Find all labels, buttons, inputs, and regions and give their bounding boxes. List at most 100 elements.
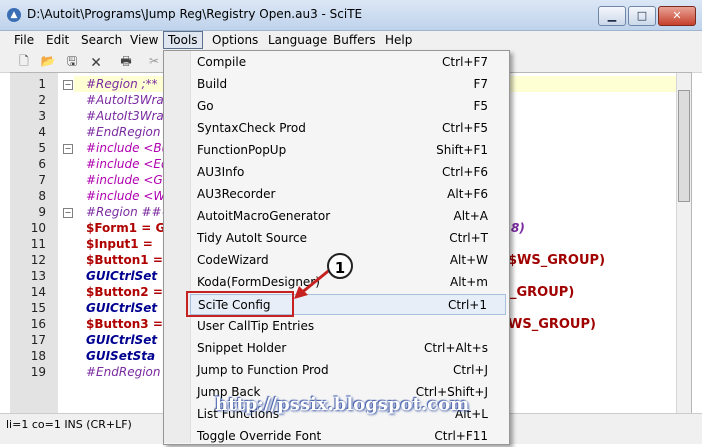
menu-item-label: Compile bbox=[197, 55, 247, 69]
new-file-icon[interactable]: 🗋 bbox=[16, 53, 32, 69]
line-number: 9 bbox=[38, 205, 46, 219]
line-number: 6 bbox=[38, 157, 46, 171]
menu-item-shortcut: Shift+F1 bbox=[436, 143, 488, 157]
scite-app-icon[interactable]: ▲ bbox=[7, 8, 21, 22]
tools-menu-item[interactable]: Compile Ctrl+F7 bbox=[190, 52, 506, 73]
menu-item-shortcut: Ctrl+F11 bbox=[434, 429, 488, 443]
menu-item-label: AU3Recorder bbox=[197, 187, 276, 201]
close-button[interactable]: ✕ bbox=[658, 6, 696, 26]
tools-menu-item[interactable]: Snippet Holder Ctrl+Alt+s bbox=[190, 338, 506, 359]
code-line[interactable]: #EndRegion bbox=[86, 125, 160, 139]
fold-toggle-icon[interactable]: − bbox=[63, 80, 73, 90]
line-number: 8 bbox=[38, 189, 46, 203]
menu-item-label: Jump to Function Prod bbox=[197, 363, 329, 377]
code-line[interactable]: #Region ;** bbox=[86, 77, 158, 91]
tools-menu-item[interactable]: Toggle Override Font Ctrl+F11 bbox=[190, 426, 506, 447]
menu-item-label: SyntaxCheck Prod bbox=[197, 121, 306, 135]
tools-menu-item[interactable]: User CallTip Entries bbox=[190, 316, 506, 337]
code-line[interactable]: GUICtrlSet bbox=[86, 269, 157, 283]
menu-item-label: FunctionPopUp bbox=[197, 143, 287, 157]
menu-item-shortcut: Ctrl+1 bbox=[447, 298, 487, 312]
code-line[interactable]: GUISetSta bbox=[86, 349, 155, 363]
code-line[interactable]: #include <GU bbox=[86, 173, 171, 187]
menu-item-shortcut: F7 bbox=[473, 77, 488, 91]
menu-item-label: Toggle Override Font bbox=[197, 429, 322, 443]
code-line-14-tail: _GROUP) bbox=[510, 285, 575, 300]
menu-view[interactable]: View bbox=[126, 31, 162, 49]
code-line-16-tail: WS_GROUP) bbox=[508, 317, 596, 332]
minimize-button[interactable]: ▁ bbox=[598, 6, 626, 26]
code-line[interactable]: $Form1 = G bbox=[86, 221, 165, 235]
maximize-button[interactable]: □ bbox=[628, 6, 656, 26]
print-icon[interactable]: 🖶 bbox=[118, 53, 134, 69]
line-number: 12 bbox=[30, 253, 46, 267]
tools-menu-item[interactable]: Tidy AutoIt Source Ctrl+T bbox=[190, 228, 506, 249]
code-line[interactable]: #EndRegion bbox=[86, 365, 160, 379]
menu-item-label: Build bbox=[197, 77, 228, 91]
line-number: 17 bbox=[30, 333, 46, 347]
cut-icon[interactable]: ✂ bbox=[146, 53, 162, 69]
code-line[interactable]: $Button2 = bbox=[86, 285, 163, 299]
line-number: 7 bbox=[38, 173, 46, 187]
menu-item-shortcut: F5 bbox=[473, 99, 488, 113]
menu-bar: File Edit Search View Tools Options Lang… bbox=[0, 31, 702, 50]
menu-search[interactable]: Search bbox=[77, 31, 126, 49]
code-line[interactable]: #include <Ed bbox=[86, 157, 169, 171]
code-line[interactable]: #include <Bu bbox=[86, 141, 169, 155]
save-icon[interactable]: 🖫 bbox=[64, 53, 80, 69]
menu-item-shortcut: Ctrl+J bbox=[453, 363, 488, 377]
code-line[interactable]: #include <Wi bbox=[86, 189, 169, 203]
code-line[interactable]: $Button1 = bbox=[86, 253, 163, 267]
open-folder-icon[interactable]: 📂 bbox=[40, 53, 56, 69]
tools-menu-item[interactable]: FunctionPopUp Shift+F1 bbox=[190, 140, 506, 161]
tools-menu-item[interactable]: AU3Recorder Alt+F6 bbox=[190, 184, 506, 205]
line-number: 4 bbox=[38, 125, 46, 139]
code-line[interactable]: #AutoIt3Wrap bbox=[86, 93, 171, 107]
menu-item-label: Snippet Holder bbox=[197, 341, 287, 355]
line-number: 5 bbox=[38, 141, 46, 155]
tools-menu-item[interactable]: AU3Info Ctrl+F6 bbox=[190, 162, 506, 183]
tools-menu-item[interactable]: Jump to Function Prod Ctrl+J bbox=[190, 360, 506, 381]
tools-menu-item[interactable]: AutoitMacroGenerator Alt+A bbox=[190, 206, 506, 227]
menu-item-label: Tidy AutoIt Source bbox=[197, 231, 307, 245]
code-line[interactable]: $Input1 = bbox=[86, 237, 153, 251]
menu-tools[interactable]: Tools bbox=[163, 31, 203, 49]
line-number: 11 bbox=[30, 237, 46, 251]
menu-item-shortcut: Alt+A bbox=[453, 209, 488, 223]
menu-item-shortcut: Alt+W bbox=[449, 253, 488, 267]
menu-item-shortcut: Alt+F6 bbox=[447, 187, 488, 201]
code-line[interactable]: $Button3 = bbox=[86, 317, 163, 331]
menu-item-shortcut: Ctrl+F5 bbox=[442, 121, 488, 135]
line-number: 14 bbox=[30, 285, 46, 299]
tools-menu-item[interactable]: SyntaxCheck Prod Ctrl+F5 bbox=[190, 118, 506, 139]
menu-item-shortcut: Ctrl+T bbox=[449, 231, 488, 245]
line-number: 2 bbox=[38, 93, 46, 107]
line-number: 10 bbox=[30, 221, 46, 235]
menu-item-shortcut: Alt+m bbox=[450, 275, 488, 289]
menu-item-shortcut: Ctrl+Alt+s bbox=[424, 341, 488, 355]
tools-menu-item[interactable]: Build F7 bbox=[190, 74, 506, 95]
line-number: 18 bbox=[30, 349, 46, 363]
menu-item-label: User CallTip Entries bbox=[197, 319, 315, 333]
fold-toggle-icon[interactable]: − bbox=[63, 208, 73, 218]
code-line-12-tail: $WS_GROUP) bbox=[508, 253, 606, 268]
menu-buffers[interactable]: Buffers bbox=[329, 31, 380, 49]
code-line[interactable]: #AutoIt3Wrap bbox=[86, 109, 171, 123]
menu-language[interactable]: Language bbox=[264, 31, 331, 49]
menu-file[interactable]: File bbox=[10, 31, 38, 49]
scrollbar-thumb[interactable] bbox=[678, 90, 690, 202]
line-number: 19 bbox=[30, 365, 46, 379]
tools-menu-item[interactable]: Go F5 bbox=[190, 96, 506, 117]
watermark-text: http://pssix.blogspot.com bbox=[215, 394, 470, 415]
code-line-10-tail: 8) bbox=[511, 221, 525, 235]
close-file-icon[interactable]: 🗙 bbox=[88, 53, 104, 69]
menu-help[interactable]: Help bbox=[381, 31, 416, 49]
fold-toggle-icon[interactable]: − bbox=[63, 144, 73, 154]
code-line[interactable]: #Region ### bbox=[86, 205, 172, 219]
menu-item-label: CodeWizard bbox=[197, 253, 269, 267]
line-number: 15 bbox=[30, 301, 46, 315]
menu-edit[interactable]: Edit bbox=[42, 31, 73, 49]
code-line[interactable]: GUICtrlSet bbox=[86, 333, 157, 347]
menu-options[interactable]: Options bbox=[208, 31, 262, 49]
code-line[interactable]: GUICtrlSet bbox=[86, 301, 157, 315]
